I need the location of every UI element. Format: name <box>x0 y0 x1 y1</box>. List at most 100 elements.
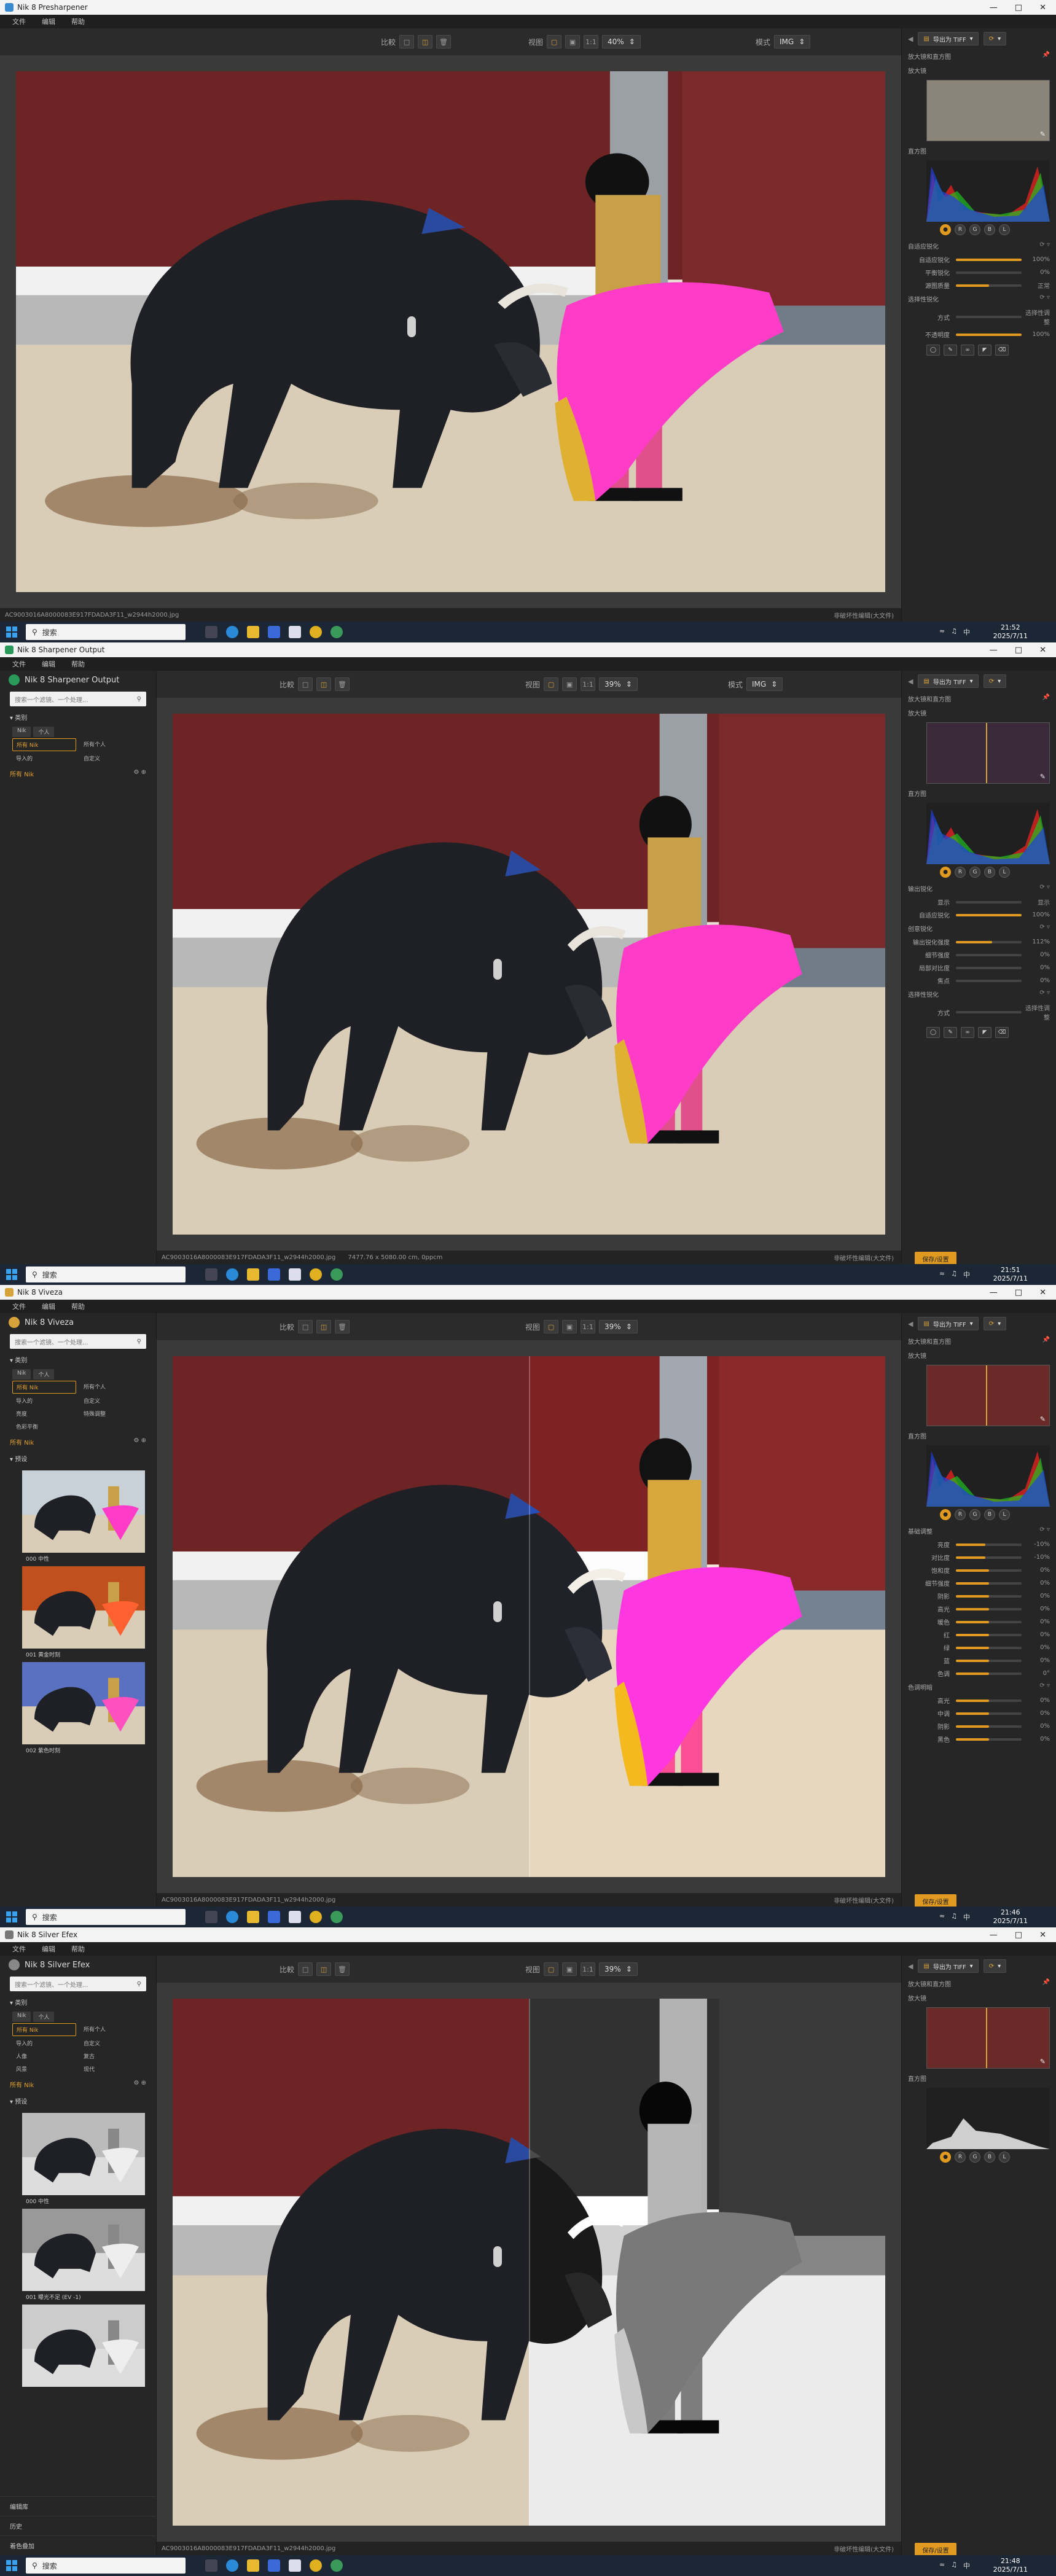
reset-icon[interactable]: ⟳ ▿ <box>1039 294 1050 301</box>
filter-grid-item[interactable]: 所有个人 <box>80 738 144 751</box>
loupe-icon[interactable]: ✎ <box>1040 1415 1046 1423</box>
slider[interactable] <box>956 940 1022 943</box>
slider[interactable] <box>956 271 1022 274</box>
filter-tab[interactable]: 个人 <box>33 2012 55 2022</box>
mail-icon[interactable] <box>289 1911 301 1923</box>
filter-search-input[interactable]: 搜索一个滤镜、一个处理... ⚲ <box>10 1977 146 1991</box>
menu-file[interactable]: 文件 <box>12 1944 26 1954</box>
close-icon[interactable]: ✕ <box>1039 1288 1046 1297</box>
filter-grid-item[interactable]: 色彩平衡 <box>12 1421 76 1432</box>
save-button[interactable]: 保存/设置 <box>915 1894 956 1908</box>
left-panel-footer-item[interactable]: 历史 <box>0 2516 156 2535</box>
eraser-icon[interactable]: ⌫ <box>995 345 1009 356</box>
gradient-icon[interactable]: ◤ <box>978 1027 991 1038</box>
fullscreen-icon[interactable]: ▣ <box>562 1320 577 1333</box>
panel-section-title[interactable]: 选择性锐化 ⟳ ▿ <box>902 292 1056 306</box>
start-icon[interactable] <box>6 1269 17 1280</box>
search-icon[interactable]: ⚲ <box>137 696 141 703</box>
edge-icon[interactable] <box>226 2559 238 2572</box>
channel-button[interactable]: R <box>955 1509 966 1520</box>
minimize-icon[interactable]: — <box>990 1288 998 1297</box>
slider[interactable] <box>956 1646 1022 1649</box>
actual-size-button[interactable]: 1:1 <box>581 1320 596 1333</box>
channel-button[interactable]: L <box>999 224 1010 235</box>
channel-button[interactable]: R <box>955 867 966 878</box>
fit-view-icon[interactable]: ▢ <box>544 1962 559 1976</box>
actual-size-button[interactable]: 1:1 <box>581 1962 596 1976</box>
delete-icon[interactable]: 🗑 <box>335 1962 350 1976</box>
chrome-icon[interactable] <box>310 1911 322 1923</box>
close-icon[interactable]: ✕ <box>1039 646 1046 655</box>
delete-icon[interactable]: 🗑 <box>335 1320 350 1333</box>
collapse-icon[interactable]: ▾ <box>10 1456 13 1463</box>
brush-icon[interactable]: ✎ <box>944 345 957 356</box>
channel-button[interactable]: B <box>984 867 995 878</box>
main-photo[interactable] <box>173 714 885 1235</box>
compare-single-icon[interactable]: □ <box>298 1962 313 1976</box>
settings-icon[interactable]: ⚙ ⊕ <box>133 2080 146 2086</box>
loupe-preview[interactable]: ✎ <box>926 80 1050 141</box>
export-button[interactable]: ▤ 导出为 TIFF ▾ <box>918 1317 979 1330</box>
reset-icon[interactable]: ⟳ ▿ <box>1039 884 1050 891</box>
nik-app-icon[interactable] <box>330 1268 343 1281</box>
preset-thumbnail[interactable] <box>22 1662 145 1744</box>
volume-icon[interactable]: ♫ <box>951 2561 957 2570</box>
mode-select[interactable]: IMG ⇕ <box>774 35 811 49</box>
wifi-icon[interactable]: ≈ <box>939 1912 945 1922</box>
zoom-select[interactable]: 39% ⇕ <box>599 677 638 691</box>
slider[interactable] <box>956 1011 1022 1013</box>
taskview-icon[interactable] <box>205 2559 217 2572</box>
maximize-icon[interactable]: □ <box>1015 1930 1022 1940</box>
settings-button[interactable]: ⟳ ▾ <box>983 1959 1007 1973</box>
gradient-icon[interactable]: ◤ <box>978 345 991 356</box>
loupe-icon[interactable]: ✎ <box>1040 130 1046 138</box>
pin-icon[interactable]: 📌 <box>1042 694 1050 701</box>
taskbar-search[interactable]: ⚲ 搜索 <box>26 624 186 640</box>
chrome-icon[interactable] <box>310 626 322 638</box>
channel-all-button[interactable]: ● <box>940 1509 951 1520</box>
taskview-icon[interactable] <box>205 1268 217 1281</box>
lasso-icon[interactable]: ∞ <box>961 1027 974 1038</box>
channel-button[interactable]: G <box>969 2152 980 2163</box>
search-icon[interactable]: ⚲ <box>137 1338 141 1345</box>
panel-section-title[interactable]: 自适应锐化 ⟳ ▿ <box>902 239 1056 253</box>
filter-grid-item[interactable]: 所有 Nik <box>12 1381 76 1394</box>
store-icon[interactable] <box>268 626 280 638</box>
channel-button[interactable]: L <box>999 867 1010 878</box>
filter-grid-item[interactable]: 自定义 <box>80 752 144 764</box>
channel-button[interactable]: R <box>955 224 966 235</box>
ime-icon[interactable]: 中 <box>963 1912 970 1922</box>
menu-file[interactable]: 文件 <box>12 1302 26 1311</box>
filter-tab[interactable]: Nik <box>12 2012 31 2022</box>
loupe-icon[interactable]: ✎ <box>1040 2058 1046 2066</box>
mode-select[interactable]: IMG ⇕ <box>746 677 783 691</box>
volume-icon[interactable]: ♫ <box>951 1912 957 1922</box>
zoom-select[interactable]: 40% ⇕ <box>602 35 641 49</box>
preset-thumbnail[interactable] <box>22 1470 145 1553</box>
minimize-icon[interactable]: — <box>990 1930 998 1940</box>
control-point-icon[interactable] <box>493 959 502 980</box>
loupe-preview[interactable]: ✎ <box>926 722 1050 784</box>
channel-button[interactable]: B <box>984 1509 995 1520</box>
volume-icon[interactable]: ♫ <box>951 627 957 637</box>
nik-app-icon[interactable] <box>330 626 343 638</box>
loupe-preview[interactable]: ✎ <box>926 2007 1050 2069</box>
filter-grid-item[interactable]: 复古 <box>80 2050 144 2062</box>
control-point-icon[interactable] <box>493 1601 502 1622</box>
fullscreen-icon[interactable]: ▣ <box>562 677 577 691</box>
collapse-icon[interactable]: ▾ <box>10 2099 13 2106</box>
pin-icon[interactable]: 📌 <box>1042 1979 1050 1986</box>
slider[interactable] <box>956 1607 1022 1610</box>
filter-grid-item[interactable]: 自定义 <box>80 1395 144 1407</box>
slider[interactable] <box>956 1672 1022 1675</box>
filter-grid-item[interactable]: 所有 Nik <box>12 2023 76 2036</box>
wifi-icon[interactable]: ≈ <box>939 1270 945 1279</box>
slider[interactable] <box>956 953 1022 956</box>
slider[interactable] <box>956 316 1022 318</box>
slider[interactable] <box>956 1725 1022 1728</box>
channel-button[interactable]: L <box>999 1509 1010 1520</box>
panel-section-title[interactable]: 创意锐化 ⟳ ▿ <box>902 921 1056 935</box>
slider[interactable] <box>956 1543 1022 1546</box>
panel-section-title[interactable]: 选择性锐化 ⟳ ▿ <box>902 987 1056 1001</box>
fit-view-icon[interactable]: ▢ <box>544 1320 559 1333</box>
